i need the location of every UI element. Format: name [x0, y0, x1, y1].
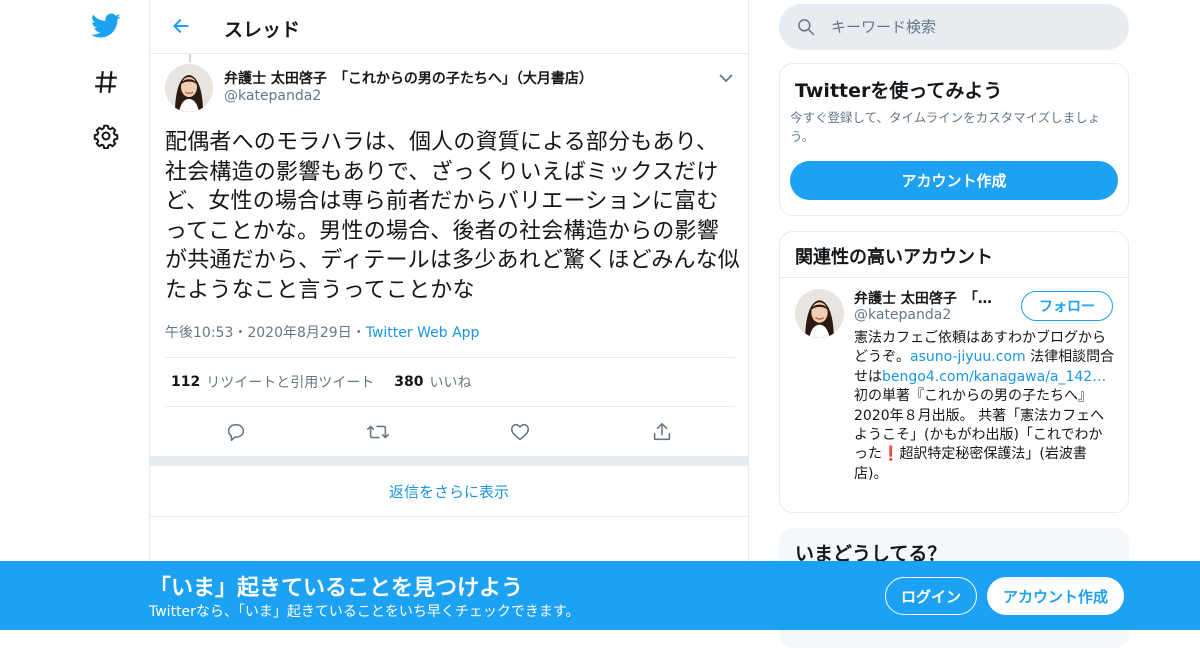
signup-card-description: 今すぐ登録して、タイムラインをカスタマイズしましょう。 [790, 110, 1101, 144]
search-bar[interactable] [779, 4, 1129, 50]
thread-header: スレッド [150, 0, 748, 54]
signup-card: Twitterを使ってみよう 今すぐ登録して、タイムラインをカスタマイズしましょ… [779, 63, 1129, 216]
retweet-count[interactable]: 112 [171, 374, 200, 390]
hashtag-icon[interactable] [88, 64, 124, 100]
tweet-source-app[interactable]: Twitter Web App [366, 325, 480, 341]
left-nav [0, 0, 150, 630]
follow-button[interactable]: フォロー [1021, 291, 1113, 321]
thread-column: スレッド 弁護士 太田啓子 「これからの男の子たちへ」（大月書店） @katep… [149, 0, 749, 630]
page-title: スレッド [224, 19, 301, 41]
related-account-name[interactable]: 弁護士 太田啓子 「… [854, 288, 1014, 308]
tweet-meta: 午後10:53・2020年8月29日・Twitter Web App [165, 322, 479, 342]
like-label[interactable]: いいね [429, 372, 471, 392]
tweet-actions [165, 412, 735, 452]
signup-card-title: Twitterを使ってみよう [795, 80, 1003, 102]
gear-icon[interactable] [88, 118, 124, 154]
tweet-time[interactable]: 午後10:53 [165, 325, 233, 341]
retweet-icon[interactable] [366, 420, 390, 444]
banner-subtitle: Twitterなら、「いま」起きていることをいち早くチェックできます。 [149, 604, 580, 620]
login-button[interactable]: ログイン [885, 577, 977, 615]
meta-separator: ・ [233, 325, 248, 341]
author-name[interactable]: 弁護士 太田啓子 「これからの男の子たちへ」（大月書店） [224, 68, 593, 88]
retweet-label[interactable]: リツイートと引用ツイート [206, 372, 374, 392]
author-avatar[interactable] [165, 64, 213, 112]
heart-icon[interactable] [508, 420, 532, 444]
tweet-text: 配偶者へのモラハラは、個人の資質による部分もあり、社会構造の影響もありで、ざっく… [165, 130, 741, 303]
twitter-bird-icon[interactable] [88, 8, 124, 44]
show-more-replies-link[interactable]: 返信をさらに表示 [150, 466, 748, 517]
exclamation-icon: ❗ [882, 446, 900, 463]
thread-connector-line [189, 54, 191, 62]
search-input[interactable] [831, 18, 1091, 36]
related-accounts-title: 関連性の高いアカウント [795, 247, 993, 268]
meta-separator: ・ [351, 325, 366, 341]
section-divider [150, 456, 748, 466]
related-accounts-card: 関連性の高いアカウント 弁護士 太田啓子 「… @katepanda2 フォロー… [779, 231, 1129, 513]
share-icon[interactable] [650, 420, 674, 444]
author-handle[interactable]: @katepanda2 [224, 88, 321, 104]
tweet-stats: 112 リツイートと引用ツイート 380 いいね [165, 357, 735, 407]
banner-title: 「いま」起きていることを見つけよう [149, 576, 524, 601]
reply-icon[interactable] [224, 420, 248, 444]
search-icon [795, 16, 817, 38]
banner-signup-button[interactable]: アカウント作成 [987, 577, 1124, 615]
tweet-date[interactable]: 2020年8月29日 [247, 325, 351, 341]
related-account-handle[interactable]: @katepanda2 [854, 307, 951, 323]
back-arrow-icon[interactable] [168, 13, 194, 39]
create-account-button[interactable]: アカウント作成 [790, 161, 1118, 200]
card-divider [780, 277, 1128, 278]
bio-link[interactable]: bengo4.com/kanagawa/a_142… [882, 369, 1106, 385]
signup-banner: 「いま」起きていることを見つけよう Twitterなら、「いま」起きていることを… [0, 561, 1200, 630]
chevron-down-icon[interactable] [716, 68, 736, 88]
related-account-bio: 憲法カフェご依頼はあすわかブログからどうぞ。asuno-jiyuu.com 法律… [854, 329, 1116, 484]
bio-link[interactable]: asuno-jiyuu.com [910, 349, 1026, 365]
related-account-avatar[interactable] [795, 289, 844, 338]
like-count[interactable]: 380 [394, 374, 423, 390]
